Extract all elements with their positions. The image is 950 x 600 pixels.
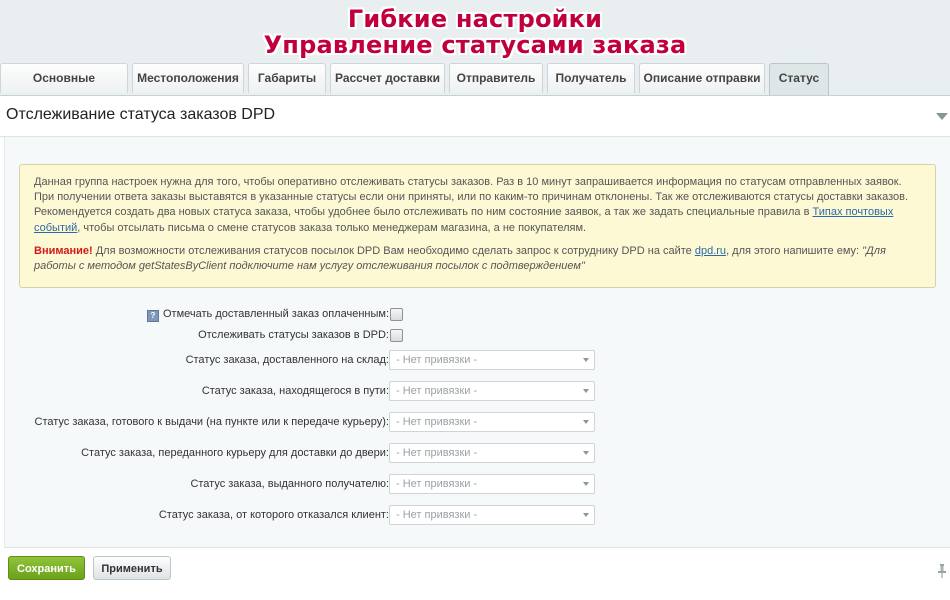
promo-banner: Гибкие настройки Управление статусами за…: [0, 0, 950, 60]
triangle-down-icon[interactable]: [936, 113, 948, 120]
chevron-down-icon: [583, 513, 589, 517]
tab-main-settings[interactable]: Основные настройки: [0, 63, 128, 114]
status-in-transit-value: - Нет привязки -: [396, 385, 478, 397]
form-row-status-refused: Статус заказа, от которого отказался кли…: [5, 504, 950, 528]
banner-title-line2: Управление статусами заказа: [263, 31, 687, 59]
mark-paid-label: ? Отмечать доставленный заказ оплаченным:: [147, 308, 389, 322]
track-status-checkbox[interactable]: [390, 329, 403, 342]
form-row-status-warehouse: Статус заказа, доставленного на склад: -…: [5, 349, 950, 373]
notice-paragraph-1: Данная группа настроек нужна для того, ч…: [34, 175, 921, 236]
pin-icon[interactable]: [938, 564, 946, 578]
status-warehouse-label: Статус заказа, доставленного на склад:: [185, 354, 389, 366]
panel-body: Данная группа настроек нужна для того, ч…: [4, 137, 950, 548]
status-warehouse-select[interactable]: - Нет привязки -: [389, 350, 595, 370]
banner-title-line1: Гибкие настройки: [347, 5, 603, 33]
save-button[interactable]: Сохранить: [8, 556, 85, 580]
chevron-down-icon: [583, 358, 589, 362]
status-refused-value: - Нет привязки -: [396, 509, 478, 521]
status-courier-value: - Нет привязки -: [396, 447, 478, 459]
track-status-label: Отслеживать статусы заказов в DPD:: [198, 329, 389, 341]
info-notice: Данная группа настроек нужна для того, ч…: [19, 164, 936, 288]
dpd-site-link[interactable]: dpd.ru: [695, 245, 726, 257]
warning-label: Внимание!: [34, 244, 93, 257]
status-refused-select[interactable]: - Нет привязки -: [389, 505, 595, 525]
chevron-down-icon: [583, 482, 589, 486]
chevron-down-icon: [583, 389, 589, 393]
form-row-status-courier: Статус заказа, переданного курьеру для д…: [5, 442, 950, 466]
tab-shipment-description[interactable]: Описание отправки: [639, 63, 765, 93]
status-delivered-value: - Нет привязки -: [396, 478, 478, 490]
form-row-track-status: Отслеживать статусы заказов в DPD:: [5, 324, 950, 348]
panel-title: Отслеживание статуса заказов DPD: [6, 106, 276, 123]
status-ready-label: Статус заказа, готового к выдачи (на пун…: [34, 416, 389, 428]
mark-paid-checkbox[interactable]: [390, 308, 403, 321]
settings-tabs: Основные настройки Местоположения Габари…: [0, 60, 950, 114]
tab-locations[interactable]: Местоположения: [132, 63, 244, 93]
panel-header: Отслеживание статуса заказов DPD: [0, 96, 950, 137]
status-courier-label: Статус заказа, переданного курьеру для д…: [81, 447, 389, 459]
status-refused-label: Статус заказа, от которого отказался кли…: [158, 509, 389, 521]
mark-paid-label-text: Отмечать доставленный заказ оплаченным:: [163, 308, 389, 320]
tab-recipient[interactable]: Получатель: [547, 63, 635, 93]
help-icon[interactable]: ?: [147, 310, 159, 322]
apply-button[interactable]: Применить: [93, 556, 171, 580]
notice-text-tail: , чтобы отсылать письма о смене статусов…: [77, 221, 587, 234]
tab-dimensions[interactable]: Габариты: [248, 63, 326, 93]
form-row-status-ready: Статус заказа, готового к выдачи (на пун…: [5, 411, 950, 435]
status-in-transit-select[interactable]: - Нет привязки -: [389, 381, 595, 401]
warning-text-mid: , для этого напишите ему:: [726, 244, 863, 257]
chevron-down-icon: [583, 420, 589, 424]
status-in-transit-label: Статус заказа, находящегося в пути:: [201, 385, 389, 397]
tab-status[interactable]: Статус: [769, 63, 829, 95]
status-courier-select[interactable]: - Нет привязки -: [389, 443, 595, 463]
notice-paragraph-2: Внимание! Для возможности отслеживания с…: [34, 244, 921, 274]
form-row-status-in-transit: Статус заказа, находящегося в пути: - Не…: [5, 380, 950, 404]
tab-delivery-calc[interactable]: Рассчет доставки: [330, 63, 445, 93]
warning-text: Для возможности отслеживания статусов по…: [92, 244, 695, 257]
status-warehouse-value: - Нет привязки -: [396, 354, 478, 366]
notice-text: Данная группа настроек нужна для того, ч…: [34, 176, 909, 219]
form-row-status-delivered: Статус заказа, выданного получателю: - Н…: [5, 473, 950, 497]
status-delivered-label: Статус заказа, выданного получателю:: [190, 478, 389, 490]
status-ready-select[interactable]: - Нет привязки -: [389, 412, 595, 432]
chevron-down-icon: [583, 451, 589, 455]
tab-sender[interactable]: Отправитель: [449, 63, 543, 93]
status-ready-value: - Нет привязки -: [396, 416, 478, 428]
status-delivered-select[interactable]: - Нет привязки -: [389, 474, 595, 494]
